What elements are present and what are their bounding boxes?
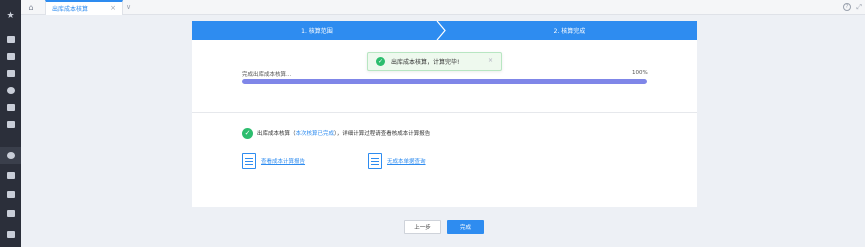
no-cost-query-link[interactable]: 无成本单据查询 [368, 152, 426, 170]
report-icon[interactable] [0, 167, 21, 184]
progress-label: 完成出库成本核算... [242, 72, 292, 78]
report-doc-icon [242, 153, 256, 169]
coin-icon[interactable] [0, 82, 21, 99]
view-cost-report-label[interactable]: 查看成本计算报告 [261, 157, 305, 165]
archive-icon[interactable] [0, 205, 21, 222]
result-message: ✓ 出库成本核算（本次核算已完成），详细计算过程请查看核成本计算报告 [242, 127, 430, 139]
chevron-down-icon[interactable]: ∨ [126, 3, 131, 11]
progress-bar [242, 79, 647, 84]
prev-button[interactable]: 上一步 [404, 220, 441, 234]
calendar-icon[interactable] [0, 31, 21, 48]
inbox-icon[interactable] [0, 48, 21, 65]
step-bar: 1. 核算范围 2. 核算完成 [192, 21, 697, 40]
tab-cost-accounting[interactable]: 出库成本核算 × [45, 0, 123, 15]
success-toast: ✓ 出库成本核算，计算完毕! × [367, 52, 502, 71]
result-highlight: 本次核算已完成 [295, 131, 335, 137]
done-button[interactable]: 完成 [447, 220, 484, 234]
query-doc-icon [368, 153, 382, 169]
success-check-icon: ✓ [376, 57, 385, 66]
cart-icon[interactable] [0, 116, 21, 133]
close-icon[interactable]: × [110, 4, 116, 12]
result-text: 出库成本核算（本次核算已完成），详细计算过程请查看核成本计算报告 [257, 131, 431, 137]
step-scope: 1. 核算范围 [301, 28, 333, 35]
folder-icon[interactable] [0, 226, 21, 243]
left-sidebar: ★ [0, 0, 21, 247]
gem-icon[interactable] [0, 65, 21, 82]
expand-icon[interactable]: ⤢ [856, 3, 862, 12]
step-complete: 2. 核算完成 [553, 28, 586, 35]
tab-bar: ⌂ 出库成本核算 × ∨ ? ⤢ [21, 0, 865, 15]
toast-close-icon[interactable]: × [488, 57, 493, 64]
home-icon[interactable]: ⌂ [25, 3, 37, 12]
box-icon[interactable] [0, 186, 21, 203]
view-cost-report-link[interactable]: 查看成本计算报告 [242, 152, 305, 170]
toast-text: 出库成本核算，计算完毕! [391, 59, 460, 66]
progress-fill [242, 79, 647, 84]
favorites-star-icon[interactable]: ★ [0, 8, 21, 25]
divider [192, 112, 697, 113]
tab-label: 出库成本核算 [52, 6, 89, 13]
check-circle-icon: ✓ [242, 127, 253, 139]
help-icon[interactable]: ? [843, 3, 851, 11]
cost-icon[interactable] [0, 147, 21, 164]
bar-chart-icon[interactable] [0, 99, 21, 116]
progress-percent: 100% [632, 70, 648, 76]
no-cost-query-label[interactable]: 无成本单据查询 [387, 157, 426, 165]
